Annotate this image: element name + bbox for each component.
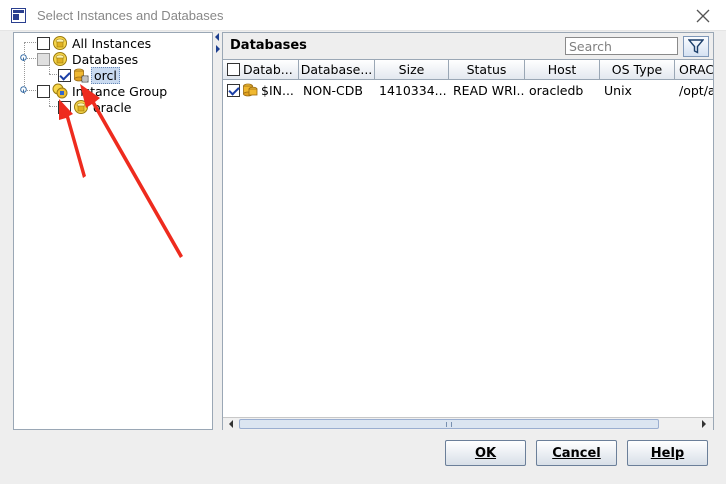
tree-label-oracle: oracle [93, 99, 132, 115]
tree-item-databases[interactable]: Databases [37, 51, 138, 67]
tree-item-all-instances[interactable]: All Instances [37, 35, 151, 51]
databases-table[interactable]: Datab... Database... Size Status Host OS… [223, 59, 713, 417]
databases-title: Databases [230, 38, 307, 53]
window-title: Select Instances and Databases [37, 8, 224, 23]
all-instances-checkbox[interactable] [37, 36, 50, 50]
select-all-checkbox[interactable] [227, 63, 240, 76]
horizontal-scrollbar[interactable] [223, 417, 713, 430]
scroll-left-icon[interactable] [224, 418, 238, 430]
tree-item-oracle[interactable]: oracle [58, 99, 131, 115]
column-header-os-type[interactable]: OS Type [600, 60, 675, 80]
databases-header: Databases [223, 33, 713, 59]
filter-button[interactable] [683, 36, 709, 57]
ok-button[interactable]: OK [445, 440, 526, 466]
column-header-status[interactable]: Status [449, 60, 525, 80]
search-input[interactable] [565, 37, 678, 55]
table-row[interactable]: $IN... NON-CDB 1410334... READ WRI... or… [223, 81, 713, 99]
instance-icon [74, 100, 88, 114]
column-header-oracle-home[interactable]: ORAC [675, 60, 713, 80]
dialog-body: All Instances Databases orcl Instance Gr… [0, 31, 726, 484]
scroll-right-icon[interactable] [697, 418, 711, 430]
tree-label-orcl: orcl [91, 66, 120, 84]
title-bar: Select Instances and Databases [0, 0, 726, 31]
column-header-database-type[interactable]: Database... [299, 60, 375, 80]
cell-status: READ WRI... [453, 82, 525, 98]
column-header-host[interactable]: Host [525, 60, 600, 80]
cell-oracle-home: /opt/a [679, 82, 713, 98]
help-button[interactable]: Help [627, 440, 708, 466]
scrollbar-thumb[interactable] [239, 419, 659, 429]
cell-database-type: NON-CDB [303, 82, 363, 98]
databases-panel: Databases Datab... Database... Size [222, 32, 714, 430]
orcl-checkbox[interactable] [58, 68, 71, 82]
cell-host: oracledb [529, 82, 584, 98]
column-header-database[interactable]: Datab... [223, 60, 299, 80]
instance-tree[interactable]: All Instances Databases orcl Instance Gr… [13, 32, 213, 430]
cell-os-type: Unix [604, 82, 632, 98]
app-icon [11, 8, 26, 23]
database-stack-icon [243, 83, 258, 97]
instances-icon [53, 36, 67, 50]
databases-icon [53, 52, 67, 66]
collapse-arrows-icon[interactable] [213, 32, 222, 62]
table-header: Datab... Database... Size Status Host OS… [223, 60, 713, 80]
close-icon[interactable] [694, 7, 712, 25]
instance-group-icon [52, 83, 68, 99]
databases-checkbox[interactable] [37, 52, 50, 66]
filter-icon [688, 39, 704, 54]
expand-instance-group-icon[interactable] [20, 86, 27, 93]
row-checkbox[interactable] [227, 83, 240, 97]
tree-label-instance-group: Instance Group [72, 83, 168, 99]
tree-label-databases: Databases [72, 51, 139, 67]
cell-size: 1410334... [379, 82, 447, 98]
column-header-size[interactable]: Size [375, 60, 449, 80]
instance-group-checkbox[interactable] [37, 84, 50, 98]
cell-database: $IN... [223, 81, 299, 99]
expand-databases-icon[interactable] [20, 54, 27, 61]
tree-item-orcl[interactable]: orcl [58, 66, 120, 84]
tree-item-instance-group[interactable]: Instance Group [37, 83, 167, 99]
database-icon [74, 68, 89, 83]
cancel-button[interactable]: Cancel [536, 440, 617, 466]
tree-label-all-instances: All Instances [72, 35, 152, 51]
panel-splitter[interactable] [213, 32, 222, 430]
oracle-checkbox[interactable] [58, 100, 71, 114]
